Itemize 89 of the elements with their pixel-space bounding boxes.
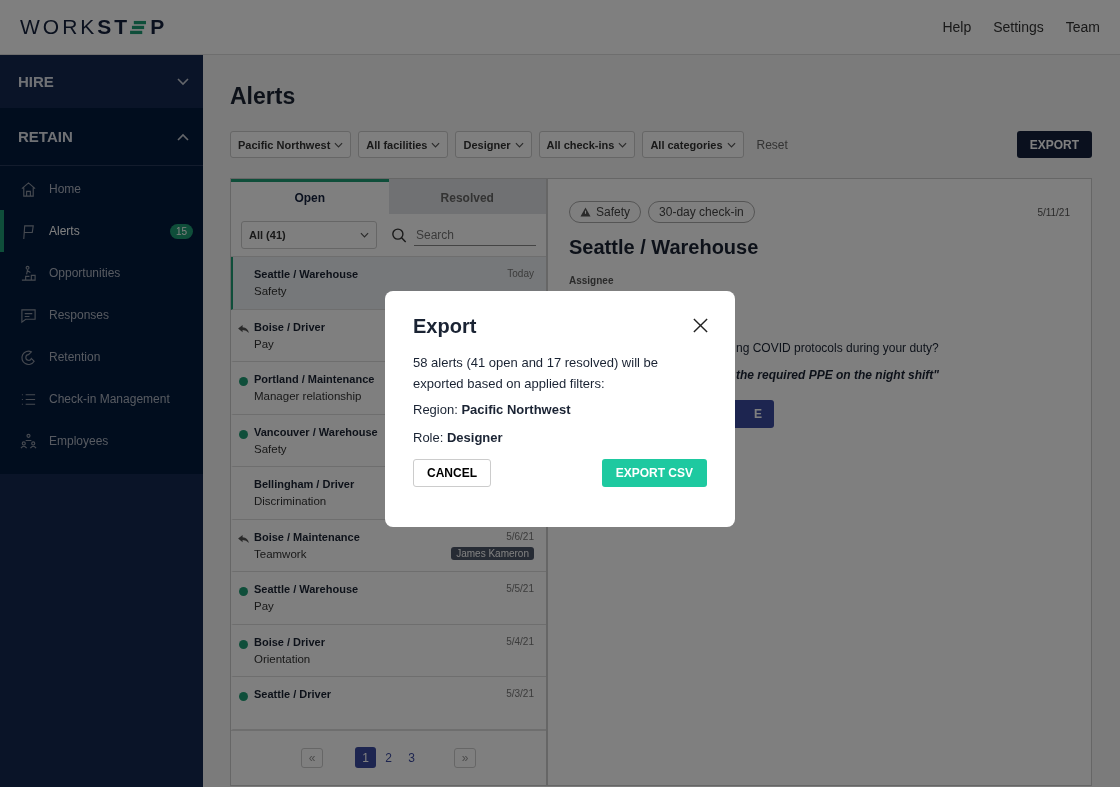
alert-location: Bellingham / Driver: [254, 478, 355, 490]
chevron-icon: [431, 141, 441, 148]
close-icon[interactable]: [692, 317, 709, 334]
filter-dropdown[interactable]: Designer: [455, 131, 532, 158]
alert-location: Boise / Maintenance: [254, 530, 360, 543]
nav-link[interactable]: Settings: [993, 19, 1044, 35]
alert-date: Today: [507, 268, 534, 279]
sidebar-item[interactable]: Retention: [0, 336, 203, 378]
alert-category: Teamwork: [254, 547, 307, 560]
filter-summary: Region: Pacific Northwest: [413, 402, 572, 417]
alert-location: Seattle / Driver: [254, 688, 332, 700]
chevron-icon: [177, 77, 189, 86]
alert-category: Manager relationship: [254, 390, 362, 402]
sidebar-item-label: Home: [49, 182, 82, 196]
nav-link[interactable]: Team: [1065, 19, 1100, 35]
sidebar-section-header[interactable]: RETAIN: [0, 108, 203, 166]
home-icon: [20, 180, 37, 198]
alert-title: Seattle / Warehouse: [569, 236, 760, 259]
page-button[interactable]: 2: [378, 747, 399, 768]
alert-location: Seattle / Warehouse: [254, 268, 359, 280]
alert-row[interactable]: Boise / Driver Orientation 5/4/21: [231, 624, 546, 677]
alert-date: 5/11/21: [1037, 206, 1070, 218]
alert-category: Safety: [254, 285, 287, 297]
alert-row[interactable]: Seattle / Warehouse Pay 5/5/21: [231, 572, 546, 625]
alert-row[interactable]: Seattle / Driver 5/3/21: [231, 677, 546, 730]
page-button[interactable]: 3: [401, 747, 422, 768]
sidebar-item-label: Retention: [49, 350, 102, 364]
nav-link[interactable]: Help: [942, 19, 972, 35]
sidebar-item[interactable]: Alerts 15: [0, 210, 203, 252]
sidebar-item[interactable]: Opportunities: [0, 252, 203, 294]
search-icon: [391, 226, 408, 244]
chevron-icon: [514, 141, 524, 148]
filter-summary: Role: Designer: [413, 430, 504, 445]
chevron-icon: [177, 132, 189, 141]
sidebar-item[interactable]: Responses: [0, 294, 203, 336]
count-badge: 15: [169, 223, 193, 239]
assignee-tag: James Kameron: [451, 546, 534, 560]
filter-dropdown[interactable]: All categories: [642, 131, 744, 158]
sidebar-item-label: Alerts: [49, 224, 81, 238]
dialog-title: Export: [413, 315, 477, 338]
filter-dropdown[interactable]: All facilities: [358, 131, 449, 158]
alert-location: Boise / Driver: [254, 320, 325, 333]
alert-category: Discrimination: [254, 495, 327, 507]
sidebar-item[interactable]: Check-in Management: [0, 378, 203, 420]
status-dropdown[interactable]: All (41): [241, 221, 378, 249]
tab[interactable]: Resolved: [388, 179, 546, 214]
alert-category: Orientation: [254, 652, 311, 665]
chevron-icon: [360, 232, 370, 238]
chevron-icon: [334, 141, 344, 148]
alert-location: Portland / Maintenance: [254, 373, 375, 385]
dialog-message: 58 alerts (41 open and 17 resolved) will be exported based on applied filters:: [413, 354, 659, 393]
person-steps-icon: [20, 264, 37, 282]
sidebar-section-header[interactable]: HIRE: [0, 55, 203, 108]
reset-link[interactable]: Reset: [756, 137, 1010, 152]
page-button[interactable]: 1: [355, 747, 376, 768]
cancel-button[interactable]: CANCEL: [413, 459, 491, 487]
sidebar-item-label: Employees: [49, 434, 110, 448]
question-text: ng COVID protocols during your duty?: [736, 341, 940, 355]
chevron-icon: [726, 141, 736, 148]
sidebar-item-label: Check-in Management: [49, 392, 171, 406]
alert-location: Boise / Driver: [254, 635, 325, 648]
alert-category: Pay: [254, 337, 274, 350]
export-button[interactable]: EXPORT: [1016, 131, 1092, 158]
alert-date: 5/3/21: [506, 688, 534, 699]
page-title: Alerts: [230, 83, 297, 110]
warning-icon: [580, 207, 591, 217]
chevron-icon: [618, 141, 628, 148]
logo: WORKST P: [20, 15, 168, 39]
sidebar-item[interactable]: Employees: [0, 420, 203, 462]
alert-category: Safety: [254, 442, 287, 455]
sidebar-item-label: Opportunities: [49, 266, 122, 280]
last-page-button[interactable]: »: [454, 747, 476, 768]
flag-icon: [20, 222, 37, 240]
chat-icon: [20, 306, 37, 324]
answer-quote: the required PPE on the night shift": [736, 368, 941, 382]
alert-category: Pay: [254, 600, 274, 612]
alert-date: 5/5/21: [506, 583, 534, 594]
alert-location: Vancouver / Warehouse: [254, 425, 378, 438]
alert-date: 5/4/21: [506, 635, 534, 647]
people-icon: [20, 432, 37, 450]
filter-dropdown[interactable]: All check-ins: [538, 131, 636, 158]
magnet-icon: [20, 348, 37, 366]
first-page-button[interactable]: «: [301, 747, 323, 768]
assignee-label: Assignee: [569, 275, 615, 286]
sidebar-item[interactable]: Home: [0, 168, 203, 210]
alert-date: 5/6/21: [506, 530, 534, 542]
filter-dropdown[interactable]: Pacific Northwest: [230, 131, 352, 158]
alert-location: Seattle / Warehouse: [254, 583, 359, 595]
sidebar-item-label: Responses: [49, 308, 111, 322]
